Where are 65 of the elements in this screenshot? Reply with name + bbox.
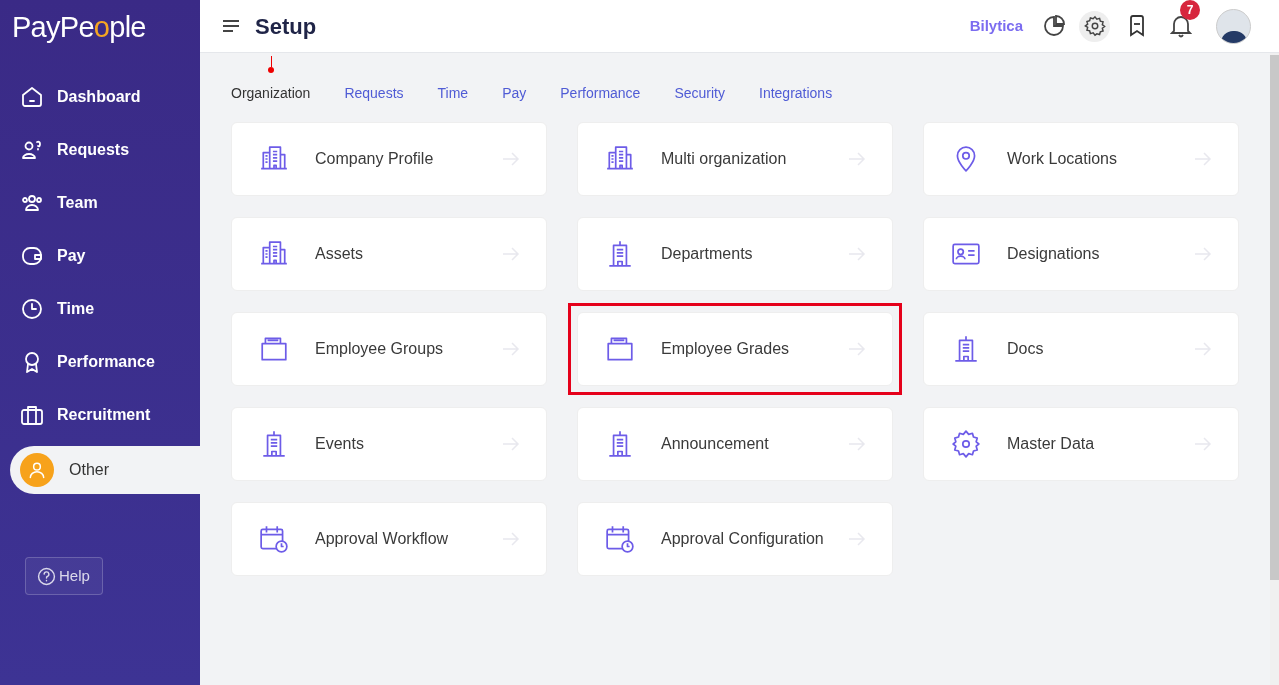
card-label: Designations (1007, 244, 1101, 264)
tab[interactable]: Performance (560, 82, 641, 104)
user-avatar[interactable] (1216, 8, 1251, 44)
card-label: Approval Workflow (315, 529, 450, 549)
company-link[interactable]: Bilytica (969, 14, 1023, 38)
card-label: Employee Groups (315, 339, 445, 359)
sidebar-item[interactable]: Performance (0, 335, 200, 388)
sidebar-item[interactable]: Requests (0, 123, 200, 176)
card-label: Assets (315, 244, 364, 264)
card-label: Work Locations (1007, 149, 1118, 169)
sidebar-item[interactable]: Team (0, 176, 200, 229)
setup-card[interactable]: Announcement (577, 407, 893, 481)
card-label: Departments (661, 244, 754, 264)
setup-card[interactable]: Work Locations (923, 122, 1239, 196)
setup-card[interactable]: Docs (923, 312, 1239, 386)
notification-count: 7 (1180, 0, 1200, 20)
card-label: Company Profile (315, 149, 435, 169)
sidebar-item[interactable]: Time (0, 282, 200, 335)
setup-card[interactable]: Employee Groups (231, 312, 547, 386)
card-label: Approval Configuration (661, 529, 825, 549)
user-icon (27, 460, 47, 480)
notification-bell-icon[interactable] (1170, 14, 1192, 38)
folder-icon (605, 334, 635, 364)
card-label: Master Data (1007, 434, 1096, 454)
sidebar-item[interactable]: Recruitment (0, 388, 200, 441)
card-label: Announcement (661, 434, 770, 454)
tab[interactable]: Requests (344, 82, 404, 104)
setup-card[interactable]: Assets (231, 217, 547, 291)
active-tab-marker (267, 55, 275, 73)
setup-card[interactable]: Approval Configuration (577, 502, 893, 576)
tab[interactable]: Pay (502, 82, 527, 104)
card-label: Docs (1007, 339, 1045, 359)
tab[interactable]: Integrations (759, 82, 833, 104)
setup-card[interactable]: Master Data (923, 407, 1239, 481)
folder-icon (259, 334, 289, 364)
card-label: Events (315, 434, 365, 454)
setup-card[interactable]: Departments (577, 217, 893, 291)
bookmark-icon[interactable] (1128, 15, 1146, 37)
clock-icon (20, 296, 44, 321)
setup-card[interactable]: Multi organization (577, 122, 893, 196)
calendar-icon (259, 524, 289, 554)
tab[interactable]: Organization (231, 82, 311, 104)
settings-button[interactable] (1079, 10, 1110, 42)
card-label: Employee Grades (661, 339, 791, 359)
home-icon (20, 84, 44, 109)
setup-card[interactable]: Employee Grades (577, 312, 893, 386)
setup-card[interactable]: Designations (923, 217, 1239, 291)
sidebar-item[interactable]: Dashboard (0, 70, 200, 123)
brand-logo: PayPeople (12, 10, 146, 46)
calendar-icon (605, 524, 635, 554)
menu-icon[interactable] (222, 19, 240, 33)
sidebar-item[interactable]: Pay (0, 229, 200, 282)
tab[interactable]: Security (674, 82, 725, 104)
pie-chart-icon[interactable] (1043, 15, 1065, 37)
gear-icon (951, 429, 981, 459)
setup-card[interactable]: Approval Workflow (231, 502, 547, 576)
setup-card[interactable]: Events (231, 407, 547, 481)
help-icon (37, 566, 56, 586)
sidebar-item[interactable]: Other (10, 446, 200, 494)
help-button[interactable]: Help (25, 557, 103, 595)
setup-card[interactable]: Company Profile (231, 122, 547, 196)
page-title: Setup (255, 12, 317, 41)
scrollbar[interactable] (1270, 53, 1279, 685)
tab[interactable]: Time (437, 82, 469, 104)
card-label: Multi organization (661, 149, 788, 169)
